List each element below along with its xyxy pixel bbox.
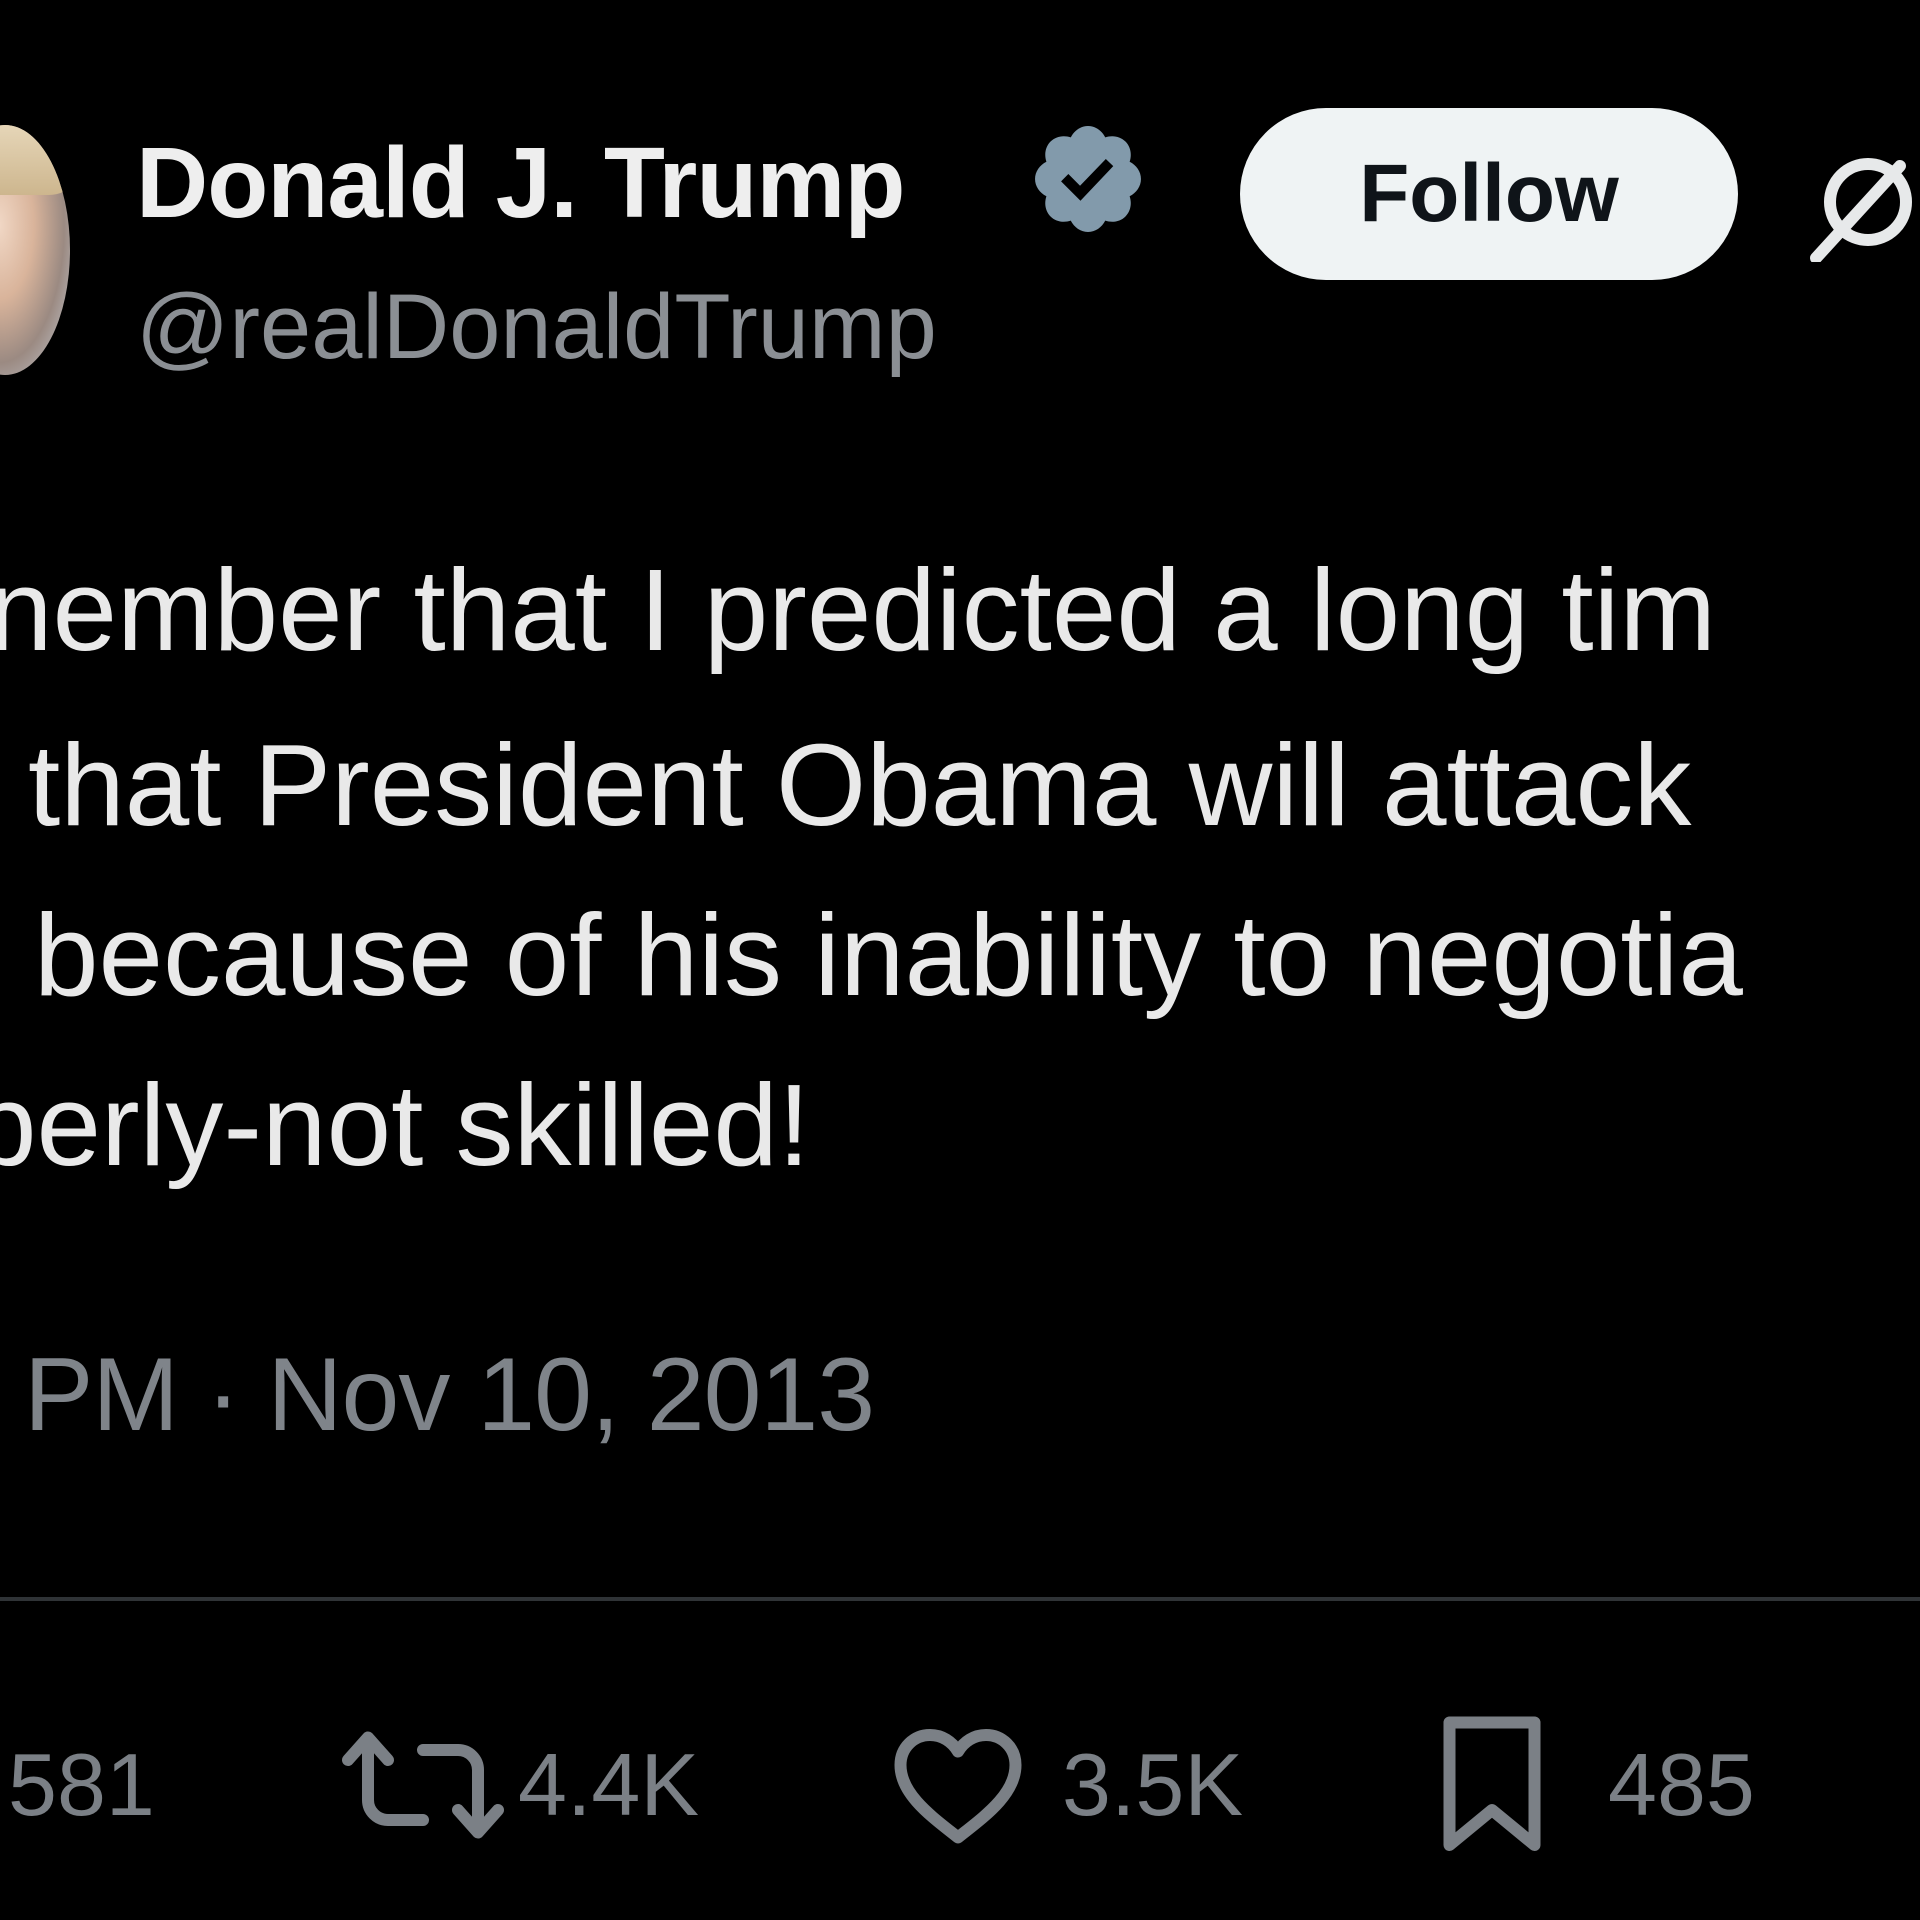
retweet-icon <box>342 1731 504 1839</box>
bookmark-button[interactable]: 485 <box>1432 1716 1755 1851</box>
tweet-line: perly-not skilled! <box>0 1060 811 1190</box>
reply-button[interactable]: 581 <box>8 1720 155 1850</box>
tweet-line: nember that I predicted a long tim <box>0 545 1717 675</box>
like-count: 3.5K <box>1062 1735 1244 1834</box>
tweet-line: because of his inability to negotia <box>34 890 1743 1020</box>
like-button[interactable]: 3.5K <box>888 1720 1243 1850</box>
heart-icon <box>894 1729 1022 1844</box>
author-name[interactable]: Donald J. Trump <box>136 128 905 238</box>
retweet-button[interactable]: 4.4K <box>338 1720 699 1850</box>
divider <box>0 1597 1920 1601</box>
tweet-text: nember that I predicted a long tim that … <box>0 530 1920 1190</box>
avatar[interactable] <box>0 125 70 375</box>
bookmark-count: 485 <box>1608 1735 1755 1834</box>
tweet-line: that President Obama will attack <box>28 720 1692 850</box>
avatar-hair <box>0 125 70 195</box>
bookmark-icon <box>1443 1716 1541 1851</box>
author-handle[interactable]: @realDonaldTrump <box>136 272 937 382</box>
verified-badge-icon <box>1035 126 1141 232</box>
tweet-timestamp[interactable]: PM · Nov 10, 2013 <box>24 1330 875 1460</box>
grok-icon[interactable] <box>1808 150 1920 262</box>
reply-count: 581 <box>8 1735 155 1834</box>
follow-button[interactable]: Follow <box>1240 108 1738 280</box>
retweet-count: 4.4K <box>518 1735 700 1834</box>
